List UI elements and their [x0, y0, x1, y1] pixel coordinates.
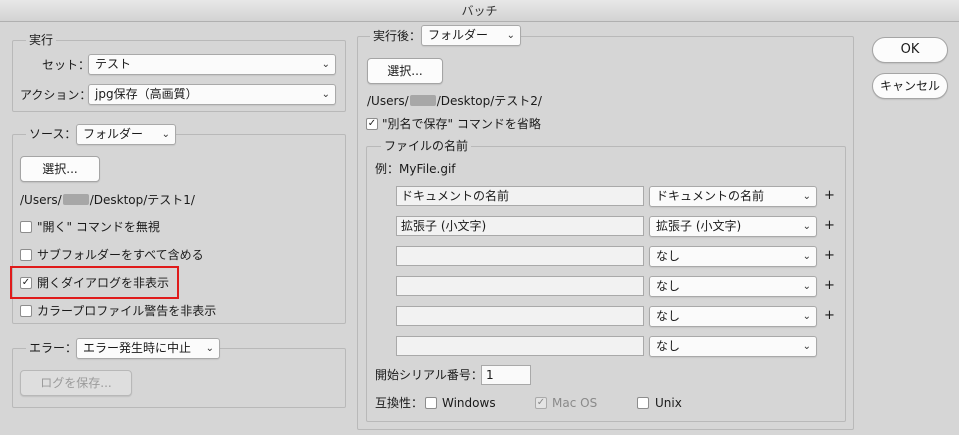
source-path: /Users//Desktop/テスト1/: [20, 193, 195, 207]
serial-input[interactable]: 1: [481, 365, 531, 385]
run-legend: 実行: [26, 32, 57, 48]
naming-field-4[interactable]: [396, 276, 644, 296]
compat-unix-label: Unix: [655, 396, 682, 410]
destination-path: /Users//Desktop/テスト2/: [367, 94, 542, 108]
ignore-open-label: "開く" コマンドを無視: [37, 220, 160, 234]
chevron-down-icon: ⌄: [802, 341, 811, 352]
chevron-down-icon: ⌄: [802, 281, 811, 292]
error-select[interactable]: エラー発生時に中止 ⌄: [76, 338, 220, 359]
naming-select-2[interactable]: 拡張子 (小文字) ⌄: [649, 216, 817, 237]
action-select[interactable]: jpg保存（高画質） ⌄: [88, 84, 336, 105]
chevron-down-icon: ⌄: [802, 311, 811, 322]
redacted-username: [62, 194, 89, 205]
chevron-down-icon: ⌄: [205, 343, 214, 354]
destination-select[interactable]: フォルダー ⌄: [421, 25, 521, 46]
redacted-username: [409, 95, 436, 106]
compat-label: 互換性：: [375, 396, 424, 410]
naming-field-5[interactable]: [396, 306, 644, 326]
set-select[interactable]: テスト ⌄: [88, 54, 336, 75]
action-label: アクション：: [20, 88, 92, 102]
destination-select-value: フォルダー: [428, 28, 489, 42]
suppress-open-dialog-checkbox[interactable]: ✓: [20, 277, 32, 289]
error-label: エラー：: [26, 340, 81, 356]
ok-button[interactable]: OK: [872, 37, 948, 63]
naming-select-5[interactable]: なし ⌄: [649, 306, 817, 327]
destination-choose-button[interactable]: 選択...: [367, 58, 443, 84]
add-row-icon[interactable]: +: [824, 306, 835, 326]
override-save-as-label: "別名で保存" コマンドを省略: [382, 117, 541, 131]
suppress-color-warning-label: カラープロファイル警告を非表示: [37, 304, 217, 318]
error-select-value: エラー発生時に中止: [83, 341, 192, 355]
window-title: バッチ: [0, 0, 959, 22]
set-label: セット：: [42, 58, 91, 72]
serial-label: 開始シリアル番号：: [375, 368, 483, 382]
naming-select-1[interactable]: ドキュメントの名前 ⌄: [649, 186, 817, 207]
chevron-down-icon: ⌄: [802, 191, 811, 202]
compat-macos-checkbox[interactable]: ✓: [535, 397, 547, 409]
source-select[interactable]: フォルダー ⌄: [76, 124, 176, 145]
source-choose-button[interactable]: 選択...: [20, 156, 100, 182]
naming-field-1[interactable]: ドキュメントの名前: [396, 186, 644, 206]
save-log-button[interactable]: ログを保存...: [20, 370, 132, 396]
include-subfolders-label: サブフォルダーをすべて含める: [37, 248, 204, 262]
naming-field-6[interactable]: [396, 336, 644, 356]
compat-unix-checkbox[interactable]: [637, 397, 649, 409]
naming-field-3[interactable]: [396, 246, 644, 266]
naming-select-3[interactable]: なし ⌄: [649, 246, 817, 267]
source-select-value: フォルダー: [83, 127, 144, 141]
naming-example: 例：MyFile.gif: [375, 162, 456, 176]
chevron-down-icon: ⌄: [506, 30, 515, 41]
suppress-open-dialog-label: 開くダイアログを非表示: [37, 276, 170, 290]
naming-field-2[interactable]: 拡張子 (小文字): [396, 216, 644, 236]
action-select-value: jpg保存（高画質）: [95, 87, 198, 101]
compat-windows-checkbox[interactable]: [425, 397, 437, 409]
add-row-icon[interactable]: +: [824, 246, 835, 266]
add-row-icon[interactable]: +: [824, 276, 835, 296]
set-select-value: テスト: [95, 57, 132, 71]
source-label: ソース：: [26, 126, 80, 142]
chevron-down-icon: ⌄: [802, 221, 811, 232]
naming-select-4[interactable]: なし ⌄: [649, 276, 817, 297]
ignore-open-checkbox[interactable]: [20, 221, 32, 233]
chevron-down-icon: ⌄: [321, 59, 330, 70]
add-row-icon[interactable]: +: [824, 216, 835, 236]
compat-macos-label: Mac OS: [552, 396, 598, 410]
override-save-as-checkbox[interactable]: ✓: [366, 118, 378, 130]
destination-label: 実行後：: [370, 28, 425, 44]
chevron-down-icon: ⌄: [802, 251, 811, 262]
naming-legend: ファイルの名前: [381, 138, 472, 154]
chevron-down-icon: ⌄: [321, 89, 330, 100]
add-row-icon[interactable]: +: [824, 186, 835, 206]
chevron-down-icon: ⌄: [161, 129, 170, 140]
compat-windows-label: Windows: [442, 396, 496, 410]
suppress-color-warning-checkbox[interactable]: [20, 305, 32, 317]
cancel-button[interactable]: キャンセル: [872, 73, 948, 99]
include-subfolders-checkbox[interactable]: [20, 249, 32, 261]
naming-select-6[interactable]: なし ⌄: [649, 336, 817, 357]
